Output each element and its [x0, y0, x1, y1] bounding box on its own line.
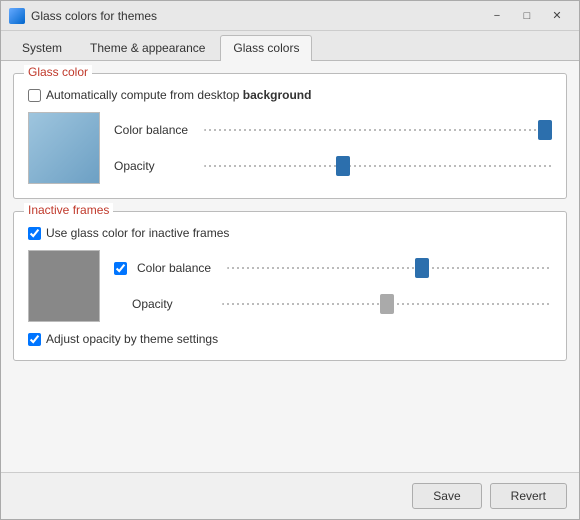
opacity-thumb[interactable]: [336, 156, 350, 176]
auto-compute-row: Automatically compute from desktop backg…: [28, 88, 552, 102]
inactive-color-preview: [28, 250, 100, 322]
color-balance-label: Color balance: [114, 123, 194, 137]
use-glass-label: Use glass color for inactive frames: [46, 226, 229, 240]
auto-compute-checkbox[interactable]: [28, 89, 41, 102]
titlebar: Glass colors for themes − □ ✕: [1, 1, 579, 31]
titlebar-left: Glass colors for themes: [9, 8, 157, 24]
revert-button[interactable]: Revert: [490, 483, 567, 509]
tab-theme[interactable]: Theme & appearance: [77, 35, 218, 60]
opacity-slider[interactable]: [204, 163, 552, 169]
inactive-color-balance-checkbox[interactable]: [114, 262, 127, 275]
minimize-button[interactable]: −: [483, 6, 511, 26]
inactive-color-balance-track: [227, 267, 552, 269]
main-content: Glass color Automatically compute from d…: [1, 61, 579, 472]
app-icon: [9, 8, 25, 24]
auto-compute-label: Automatically compute from desktop backg…: [46, 88, 311, 102]
glass-color-section: Glass color Automatically compute from d…: [13, 73, 567, 199]
inactive-opacity-slider[interactable]: [222, 301, 552, 307]
inactive-color-balance-thumb[interactable]: [415, 258, 429, 278]
use-glass-checkbox[interactable]: [28, 227, 41, 240]
inactive-opacity-label: Opacity: [132, 297, 212, 311]
inactive-color-balance-row: Color balance: [114, 261, 552, 275]
opacity-row: Opacity: [114, 159, 552, 173]
titlebar-controls: − □ ✕: [483, 6, 571, 26]
inactive-color-controls: Color balance Opacity: [28, 250, 552, 322]
opacity-track: [204, 165, 552, 167]
main-window: Glass colors for themes − □ ✕ System The…: [0, 0, 580, 520]
footer: Save Revert: [1, 472, 579, 519]
save-button[interactable]: Save: [412, 483, 481, 509]
glass-color-section-title: Glass color: [24, 65, 92, 79]
inactive-color-balance-slider[interactable]: [227, 265, 552, 271]
use-glass-row: Use glass color for inactive frames: [28, 226, 552, 240]
maximize-button[interactable]: □: [513, 6, 541, 26]
tab-system[interactable]: System: [9, 35, 75, 60]
inactive-frames-section: Inactive frames Use glass color for inac…: [13, 211, 567, 361]
tab-glass[interactable]: Glass colors: [220, 35, 312, 61]
inactive-opacity-row: Opacity: [114, 297, 552, 311]
inactive-opacity-track: [222, 303, 552, 305]
color-balance-slider[interactable]: [204, 127, 552, 133]
adjust-opacity-checkbox[interactable]: [28, 333, 41, 346]
inactive-color-balance-label: Color balance: [137, 261, 217, 275]
color-balance-row: Color balance: [114, 123, 552, 137]
adjust-opacity-row: Adjust opacity by theme settings: [28, 332, 552, 346]
window-title: Glass colors for themes: [31, 9, 157, 23]
glass-sliders: Color balance Opacity: [114, 112, 552, 184]
inactive-sliders: Color balance Opacity: [114, 250, 552, 322]
inactive-frames-title: Inactive frames: [24, 203, 113, 217]
adjust-opacity-label: Adjust opacity by theme settings: [46, 332, 218, 346]
glass-color-controls: Color balance Opacity: [28, 112, 552, 184]
glass-color-preview: [28, 112, 100, 184]
inactive-opacity-thumb[interactable]: [380, 294, 394, 314]
close-button[interactable]: ✕: [543, 6, 571, 26]
color-balance-track: [204, 129, 552, 131]
tab-bar: System Theme & appearance Glass colors: [1, 31, 579, 61]
color-balance-thumb[interactable]: [538, 120, 552, 140]
opacity-label: Opacity: [114, 159, 194, 173]
